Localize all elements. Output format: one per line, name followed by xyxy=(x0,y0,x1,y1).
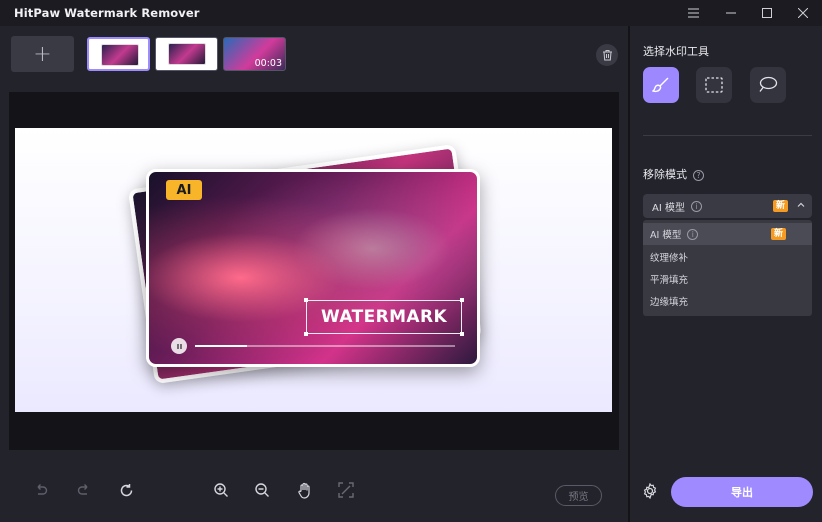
delete-button[interactable] xyxy=(596,44,618,66)
settings-panel: 选择水印工具 移除模式? AI 模型 i 新 AI 模型 i 新 纹理修补 平滑填充… xyxy=(628,26,822,522)
thumbnail-preview xyxy=(101,44,139,66)
lasso-tool-button[interactable] xyxy=(750,67,786,103)
brush-icon xyxy=(652,77,669,93)
selection-handle[interactable] xyxy=(304,332,308,336)
panel-divider xyxy=(643,135,812,136)
mode-option-edge[interactable]: 边缘填充 xyxy=(643,290,812,312)
preview-canvas: AI WATERMARK xyxy=(15,128,612,412)
settings-button[interactable] xyxy=(640,481,660,501)
trash-icon xyxy=(602,50,612,61)
undo-icon[interactable] xyxy=(31,480,51,500)
zoom-out-icon[interactable] xyxy=(252,480,272,500)
playback-progress[interactable] xyxy=(195,345,455,347)
info-icon[interactable]: i xyxy=(687,228,699,240)
watermark-selection[interactable]: WATERMARK xyxy=(304,298,464,336)
hand-icon[interactable] xyxy=(295,480,315,500)
ai-badge: AI xyxy=(166,180,202,200)
selection-handle[interactable] xyxy=(460,332,464,336)
editor-area: + 00:03 AI WATERMARK 预览 xyxy=(0,26,628,522)
watermark-text: WATERMARK xyxy=(320,307,448,327)
menu-icon[interactable] xyxy=(676,0,710,26)
tools-title: 选择水印工具 xyxy=(643,45,709,58)
thumbnail-video[interactable]: 00:03 xyxy=(223,37,286,71)
add-file-button[interactable]: + xyxy=(11,36,74,72)
close-icon[interactable] xyxy=(786,0,820,26)
thumbnail-bar: + 00:03 xyxy=(0,26,628,82)
selection-handle[interactable] xyxy=(460,298,464,302)
rectangle-tool-button[interactable] xyxy=(696,67,732,103)
mode-title-row: 移除模式? xyxy=(643,166,704,182)
new-badge: 新 xyxy=(771,228,787,240)
thumbnail-image-2[interactable] xyxy=(155,37,218,71)
app-title: HitPaw Watermark Remover xyxy=(14,6,200,20)
lasso-icon xyxy=(759,76,778,92)
refresh-icon[interactable] xyxy=(116,480,136,500)
new-badge: 新 xyxy=(773,200,789,212)
mode-option-texture[interactable]: 纹理修补 xyxy=(643,246,812,268)
zoom-in-icon[interactable] xyxy=(211,480,231,500)
selected-mode: AI 模型 xyxy=(652,202,685,214)
mode-option-ai[interactable]: AI 模型 i 新 xyxy=(643,223,812,245)
playback-progress-fill xyxy=(195,345,247,347)
chevron-up-icon xyxy=(797,202,805,207)
preview-frame: AI WATERMARK xyxy=(9,92,619,450)
brush-tool-button[interactable] xyxy=(643,67,679,103)
image-front-card: AI WATERMARK xyxy=(146,169,480,367)
pause-icon[interactable] xyxy=(171,338,187,354)
mode-dropdown: AI 模型 i 新 纹理修补 平滑填充 边缘填充 xyxy=(643,220,812,316)
help-icon[interactable]: ? xyxy=(693,169,704,181)
preview-button[interactable]: 预览 xyxy=(555,485,602,506)
thumbnail-preview xyxy=(168,43,206,65)
title-bar: HitPaw Watermark Remover xyxy=(0,0,822,26)
export-button[interactable]: 导出 xyxy=(671,477,813,507)
bottom-toolbar: 预览 xyxy=(0,458,628,522)
fit-screen-icon[interactable] xyxy=(336,480,356,500)
mode-option-smooth[interactable]: 平滑填充 xyxy=(643,268,812,290)
thumbnail-image-1[interactable] xyxy=(87,37,150,71)
mode-select[interactable]: AI 模型 i 新 xyxy=(643,194,812,218)
selection-handle[interactable] xyxy=(304,298,308,302)
rectangle-select-icon xyxy=(705,77,723,93)
video-duration: 00:03 xyxy=(254,58,282,69)
mode-title: 移除模式 xyxy=(643,168,687,181)
gear-icon xyxy=(643,483,657,499)
info-icon[interactable]: i xyxy=(690,200,702,212)
maximize-icon[interactable] xyxy=(750,0,784,26)
minimize-icon[interactable] xyxy=(714,0,748,26)
redo-icon[interactable] xyxy=(74,480,94,500)
